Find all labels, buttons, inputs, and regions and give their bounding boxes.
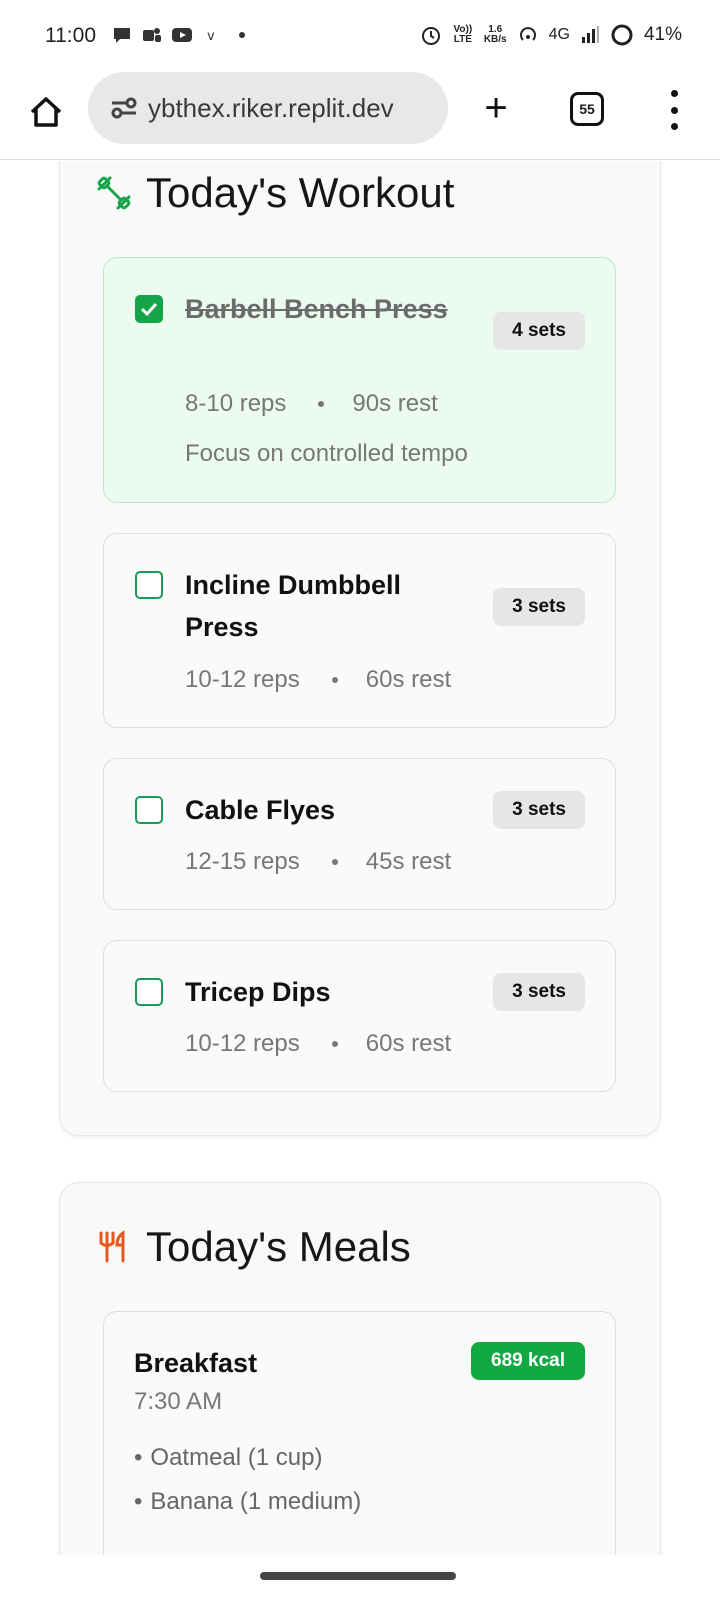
exercise-meta: 10-12 reps 60s rest [185,1030,451,1058]
home-gesture-handle[interactable] [260,1572,456,1580]
exercise-meta: 10-12 reps 60s rest [185,666,451,694]
utensils-icon [99,1230,125,1263]
page-content: Today's Workout Barbell Bench Press 4 se… [0,161,720,1555]
workout-section-title: Today's Workout [96,169,454,217]
site-settings-icon [111,97,137,119]
meal-food-item: Oatmeal (1 cup) [134,1444,322,1472]
meal-food-item: Banana (1 medium) [134,1488,361,1516]
notification-icons: v [112,26,252,44]
home-icon [30,97,62,127]
exercise-checkbox[interactable] [135,796,163,824]
browser-toolbar: ybthex.riker.replit.dev + 55 [0,72,720,160]
dot-icon [239,32,245,38]
separator-dot [331,1041,338,1047]
exercise-reps: 12-15 reps [185,848,300,875]
battery-icon [611,24,633,46]
v-app-icon: v [207,29,215,44]
exercise-meta: 8-10 reps 90s rest [185,390,438,418]
exercise-reps: 10-12 reps [185,666,300,693]
meal-card-breakfast[interactable]: Breakfast 7:30 AM 689 kcal Oatmeal (1 cu… [103,1311,616,1555]
exercise-name: Cable Flyes [185,795,336,825]
gesture-nav-bar [0,1555,720,1600]
exercise-rest: 90s rest [352,390,438,417]
exercise-meta: 12-15 reps 45s rest [185,848,451,876]
exercise-card-tricep-dips[interactable]: Tricep Dips 3 sets 10-12 reps 60s rest [103,940,616,1092]
sets-badge: 3 sets [493,791,585,829]
exercise-checkbox[interactable] [135,978,163,1006]
speed-unit: KB/s [483,34,507,45]
status-time: 11:00 [45,24,96,47]
separator-dot [318,401,325,407]
sets-badge: 4 sets [493,312,585,350]
sets-badge: 3 sets [493,588,585,626]
more-dot [670,123,678,130]
more-menu-button[interactable] [664,90,684,130]
dumbbell-icon [97,176,131,210]
signal-icon [581,26,599,43]
new-tab-button[interactable]: + [474,86,518,130]
sets-badge: 3 sets [493,973,585,1011]
separator-dot [331,859,338,865]
exercise-checkbox[interactable] [135,571,163,599]
workout-title: Today's Workout [146,169,455,216]
status-right: Vo)) LTE 1.6 KB/s 4G 41% [420,23,682,47]
tab-switcher-button[interactable]: 55 [570,92,604,126]
volte-indicator: Vo)) LTE [453,24,473,45]
exercise-rest: 60s rest [365,1030,452,1057]
meals-section-title: Today's Meals [96,1223,411,1271]
exercise-name: Tricep Dips [185,977,331,1007]
exercise-rest: 60s rest [365,666,452,693]
hotspot-icon [519,27,536,41]
exercise-rest: 45s rest [365,848,452,875]
youtube-icon [172,28,192,42]
exercise-checkbox[interactable] [135,295,163,323]
address-bar[interactable]: ybthex.riker.replit.dev [88,72,448,144]
svg-text:v: v [207,29,215,44]
check-icon [140,302,158,317]
network-type: 4G [548,26,570,43]
exercise-card-bench-press[interactable]: Barbell Bench Press 4 sets 8-10 reps 90s… [103,257,616,503]
exercise-card-incline-press[interactable]: Incline Dumbbell Press 3 sets 10-12 reps… [103,533,616,728]
meal-name: Breakfast [134,1348,258,1378]
teams-icon [143,28,161,42]
chat-icon [114,28,130,43]
speed-indicator: 1.6 KB/s [484,25,507,45]
meals-title: Today's Meals [146,1223,411,1270]
exercise-name: Incline Dumbbell Press [185,570,402,642]
more-dot [670,106,678,114]
exercise-name: Barbell Bench Press [185,294,448,324]
more-dot [670,90,678,97]
exercise-reps: 10-12 reps [185,1030,300,1057]
exercise-reps: 8-10 reps [185,390,287,417]
battery-level: 41% [643,24,682,45]
meal-time: 7:30 AM [134,1388,223,1415]
kcal-badge: 689 kcal [471,1342,585,1380]
exercise-card-cable-flyes[interactable]: Cable Flyes 3 sets 12-15 reps 45s rest [103,758,616,910]
status-bar: 11:00 v Vo)) LTE 1.6 KB/s 4G 41% [0,0,720,72]
exercise-note: Focus on controlled tempo [185,440,468,467]
separator-dot [331,677,338,683]
home-button[interactable] [24,90,68,134]
url-text: ybthex.riker.replit.dev [148,92,394,123]
alarm-icon [421,27,440,45]
